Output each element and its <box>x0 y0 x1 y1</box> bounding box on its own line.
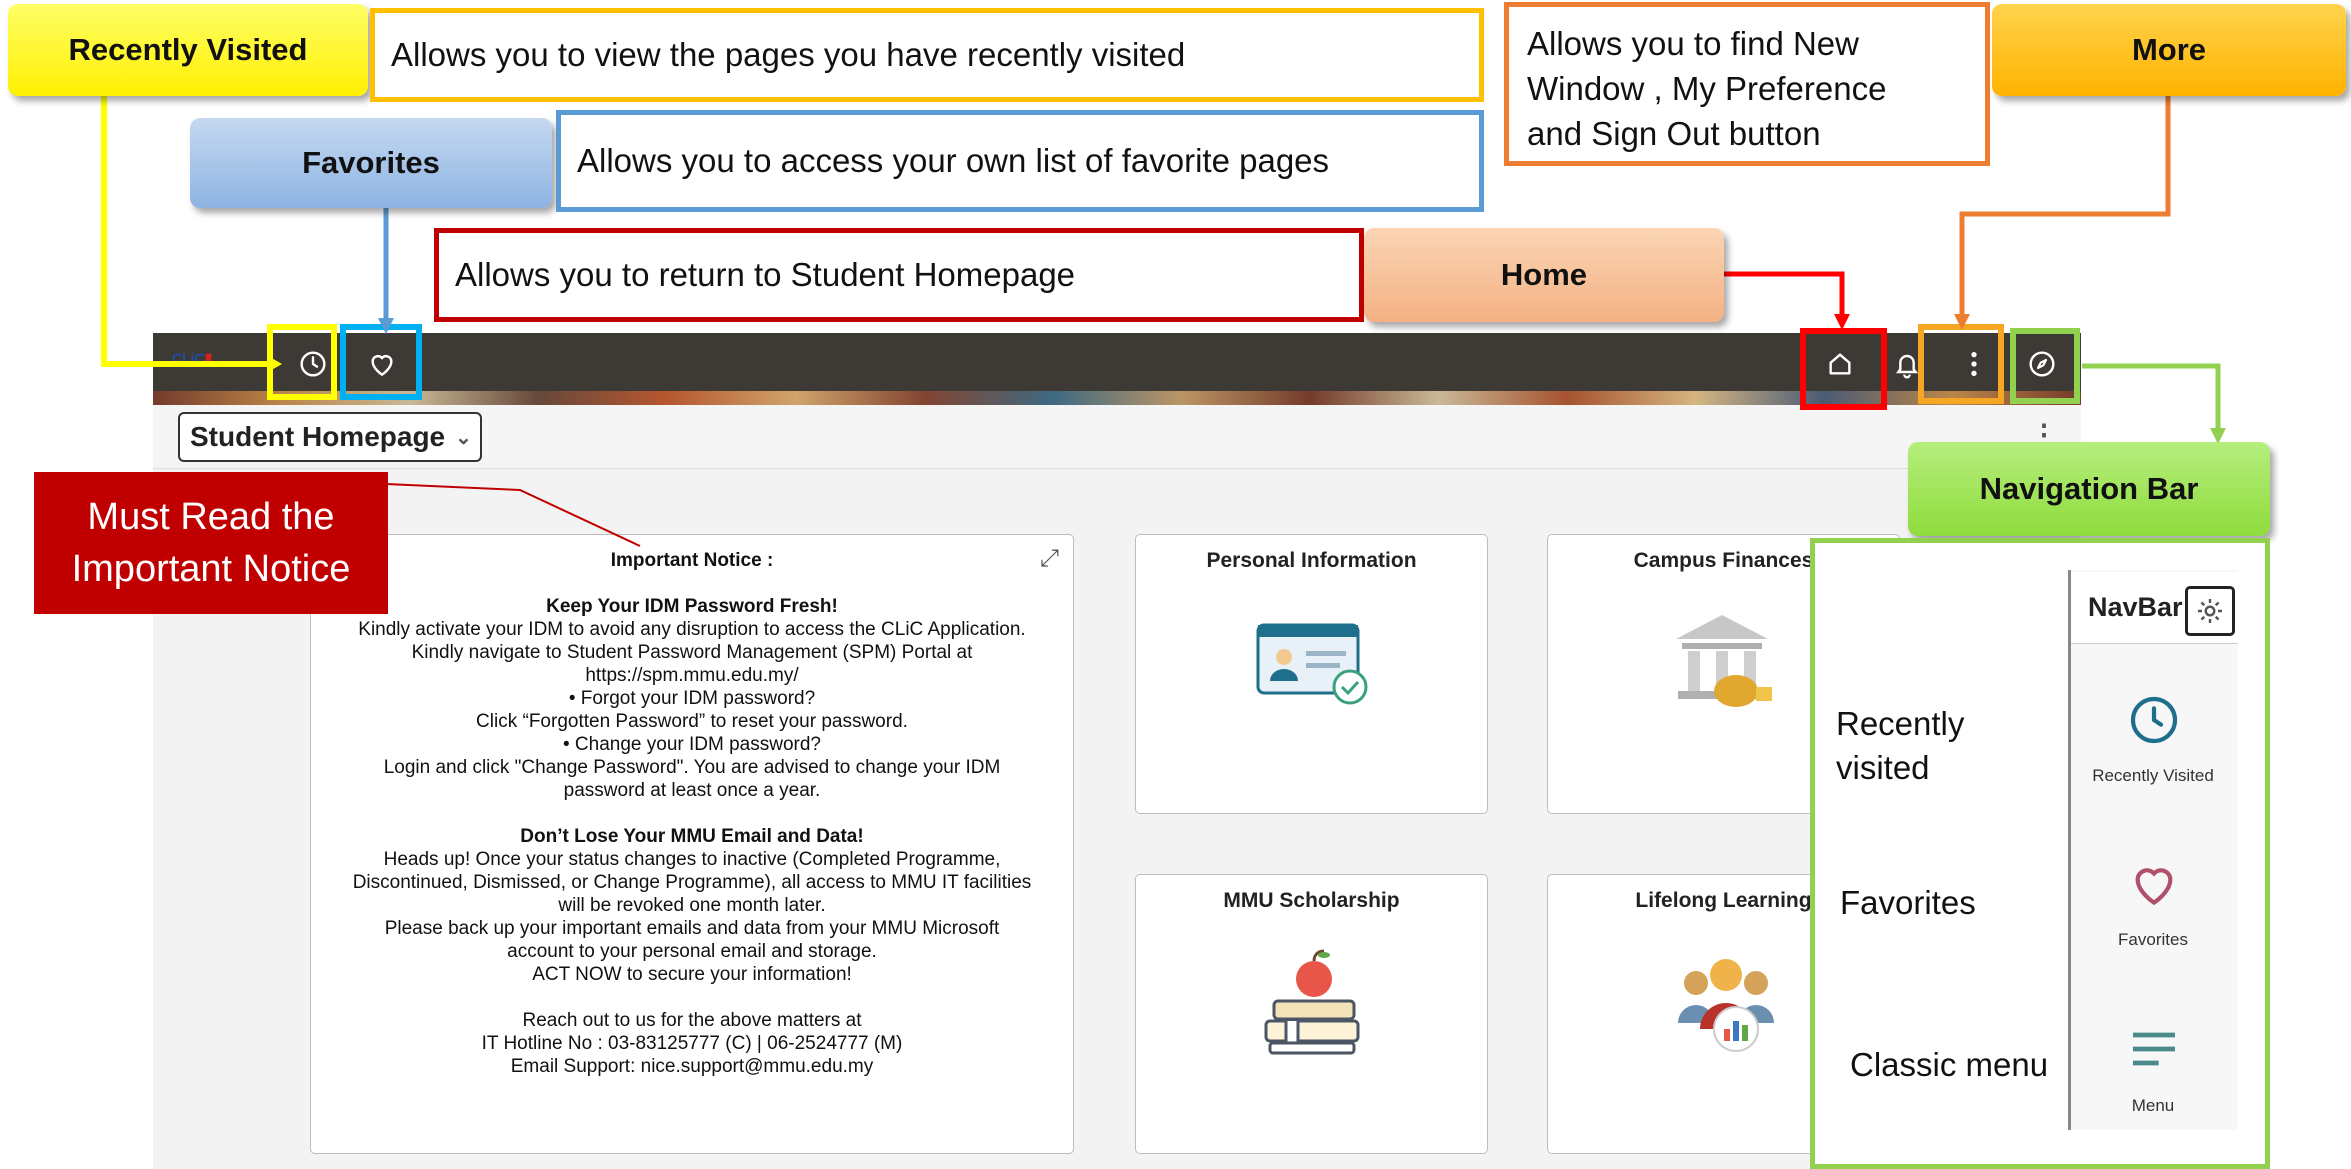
navigation-bar-tag: Navigation Bar <box>1908 442 2270 536</box>
recently-visited-tag: Recently Visited <box>8 4 368 96</box>
navbar-item-label: Recently Visited <box>2092 766 2214 785</box>
important-notice-tag-line: Must Read the <box>87 496 335 538</box>
important-notice-tag: Must Read the Important Notice <box>34 472 388 614</box>
navbar-item-recently-visited[interactable]: Recently Visited <box>2068 688 2238 798</box>
more-description: Allows you to find New Window , My Prefe… <box>1504 2 1990 166</box>
more-description-line: Allows you to find New <box>1527 25 1859 62</box>
heart-icon <box>2135 868 2173 906</box>
more-description-line: and Sign Out button <box>1527 115 1821 152</box>
gear-icon[interactable] <box>2185 586 2235 636</box>
favorites-description: Allows you to access your own list of fa… <box>556 110 1484 212</box>
recently-visited-description: Allows you to view the pages you have re… <box>370 8 1484 102</box>
menu-lines-icon <box>2133 1032 2175 1066</box>
favorites-tag: Favorites <box>190 118 552 208</box>
navbar-item-menu[interactable]: Menu <box>2068 1018 2238 1128</box>
navbar-item-favorites[interactable]: Favorites <box>2068 852 2238 962</box>
more-description-line: Window , My Preference <box>1527 70 1887 107</box>
more-tag: More <box>1992 4 2346 96</box>
home-description: Allows you to return to Student Homepage <box>434 228 1364 322</box>
navbar-title: NavBar <box>2088 592 2183 622</box>
navbar-annotation-favorites: Favorites <box>1840 884 1976 921</box>
home-tag: Home <box>1364 228 1724 322</box>
clock-icon <box>2130 696 2178 744</box>
annotation-line: visited <box>1836 749 1930 786</box>
annotation-line: Recently <box>1836 705 1965 742</box>
navbar-item-label: Favorites <box>2118 930 2188 949</box>
important-notice-tag-line: Important Notice <box>71 548 351 590</box>
navbar-item-label: Menu <box>2131 1096 2175 1115</box>
navbar-annotation-recently-visited: Recently visited <box>1836 702 1964 790</box>
navbar-annotation-classic-menu: Classic menu <box>1850 1046 2049 1083</box>
